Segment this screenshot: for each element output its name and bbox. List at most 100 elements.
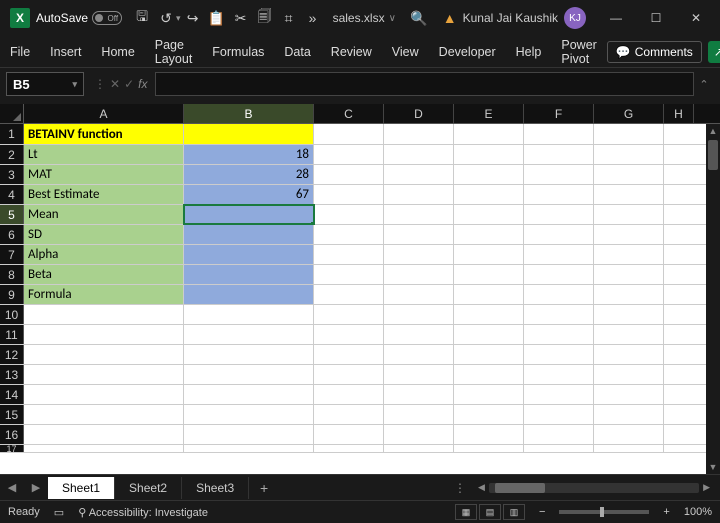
zoom-level[interactable]: 100% xyxy=(684,506,712,518)
chevron-down-icon[interactable]: ▾ xyxy=(72,79,77,90)
sheet-tab-3[interactable]: Sheet3 xyxy=(182,477,249,499)
sheet-tab-1[interactable]: Sheet1 xyxy=(48,477,115,499)
paste-icon[interactable]: 📋 xyxy=(207,8,227,28)
column-header-E[interactable]: E xyxy=(454,104,524,123)
macro-record-icon[interactable]: ▭ xyxy=(54,506,64,519)
cell-A4[interactable]: Best Estimate xyxy=(24,185,184,204)
scroll-down-icon[interactable]: ▼ xyxy=(709,460,718,474)
accessibility-status[interactable]: ⚲ Accessibility: Investigate xyxy=(78,506,208,519)
close-button[interactable]: ✕ xyxy=(676,3,716,33)
cell-B8[interactable] xyxy=(184,265,314,284)
cell-A9[interactable]: Formula xyxy=(24,285,184,304)
expand-formula-icon[interactable]: ⌃ xyxy=(694,78,714,91)
sheet-tab-2[interactable]: Sheet2 xyxy=(115,477,182,499)
column-header-C[interactable]: C xyxy=(314,104,384,123)
cancel-formula-icon[interactable]: ✕ xyxy=(110,77,120,91)
touch-icon[interactable]: ⌗ xyxy=(279,8,299,28)
cut-icon[interactable]: ✂ xyxy=(231,8,251,28)
scroll-left-icon[interactable]: ◀ xyxy=(474,482,489,493)
select-all-corner[interactable] xyxy=(0,104,24,123)
column-header-B[interactable]: B xyxy=(184,104,314,123)
scroll-up-icon[interactable]: ▲ xyxy=(709,124,718,138)
cell-B5[interactable] xyxy=(184,205,314,224)
search-icon[interactable]: 🔍 xyxy=(409,8,429,28)
column-header-F[interactable]: F xyxy=(524,104,594,123)
row-header[interactable]: 6 xyxy=(0,225,24,244)
cell-B2[interactable]: 18 xyxy=(184,145,314,164)
row-header[interactable]: 8 xyxy=(0,265,24,284)
add-sheet-button[interactable]: + xyxy=(249,480,279,496)
column-header-D[interactable]: D xyxy=(384,104,454,123)
chevron-down-icon[interactable]: ∨ xyxy=(389,13,396,24)
scroll-thumb[interactable] xyxy=(708,140,718,170)
row-header[interactable]: 1 xyxy=(0,124,24,144)
toggle-off-icon[interactable]: Off xyxy=(92,11,122,25)
cell[interactable] xyxy=(454,124,524,144)
cell-A8[interactable]: Beta xyxy=(24,265,184,284)
normal-view-icon[interactable]: ▦ xyxy=(455,504,477,520)
cell-A1[interactable]: BETAINV function xyxy=(24,124,184,144)
row-header[interactable]: 4 xyxy=(0,185,24,204)
tab-help[interactable]: Help xyxy=(506,39,552,65)
filename[interactable]: sales.xlsx ∨ xyxy=(333,11,396,25)
clipboard-icon[interactable]: 🗐 xyxy=(255,8,275,28)
cell-A7[interactable]: Alpha xyxy=(24,245,184,264)
tab-home[interactable]: Home xyxy=(91,39,144,65)
share-button[interactable]: ↗ ▾ xyxy=(708,41,720,63)
tab-formulas[interactable]: Formulas xyxy=(202,39,274,65)
row-header[interactable]: 3 xyxy=(0,165,24,184)
tab-file[interactable]: File xyxy=(0,39,40,65)
comments-button[interactable]: 💬 Comments xyxy=(607,41,702,63)
row-header[interactable]: 7 xyxy=(0,245,24,264)
chevron-down-icon[interactable]: ▾ xyxy=(176,13,181,24)
row-header[interactable]: 5 xyxy=(0,205,24,224)
cell-A6[interactable]: SD xyxy=(24,225,184,244)
cell-B7[interactable] xyxy=(184,245,314,264)
cell[interactable] xyxy=(594,124,664,144)
fx-icon[interactable]: fx xyxy=(138,77,147,91)
save-icon[interactable]: 🖫 xyxy=(132,8,152,28)
scroll-thumb[interactable] xyxy=(495,483,545,493)
row-header[interactable]: 9 xyxy=(0,285,24,304)
cell-A5[interactable]: Mean xyxy=(24,205,184,224)
tab-data[interactable]: Data xyxy=(274,39,320,65)
name-box[interactable]: B5 ▾ xyxy=(6,72,84,96)
cell-B6[interactable] xyxy=(184,225,314,244)
cell-B3[interactable]: 28 xyxy=(184,165,314,184)
cell[interactable] xyxy=(524,124,594,144)
cell[interactable] xyxy=(664,124,694,144)
horizontal-scrollbar[interactable]: ◀ ▶ xyxy=(474,481,714,495)
cell-B9[interactable] xyxy=(184,285,314,304)
tab-options-icon[interactable]: ⋮ xyxy=(454,481,466,495)
tab-review[interactable]: Review xyxy=(321,39,382,65)
more-qat-icon[interactable]: » xyxy=(303,8,323,28)
zoom-slider[interactable] xyxy=(559,510,649,514)
tab-view[interactable]: View xyxy=(382,39,429,65)
page-layout-view-icon[interactable]: ▤ xyxy=(479,504,501,520)
cell-A3[interactable]: MAT xyxy=(24,165,184,184)
cell[interactable] xyxy=(314,124,384,144)
maximize-button[interactable]: ☐ xyxy=(636,3,676,33)
zoom-in-button[interactable]: + xyxy=(663,506,669,518)
page-break-view-icon[interactable]: ▥ xyxy=(503,504,525,520)
tab-page-layout[interactable]: Page Layout xyxy=(145,32,203,72)
accept-formula-icon[interactable]: ✓ xyxy=(124,77,134,91)
cell-B4[interactable]: 67 xyxy=(184,185,314,204)
zoom-out-button[interactable]: − xyxy=(539,506,545,518)
cell[interactable] xyxy=(384,124,454,144)
scroll-right-icon[interactable]: ▶ xyxy=(699,482,714,493)
redo-icon[interactable]: ↪ xyxy=(183,8,203,28)
tab-developer[interactable]: Developer xyxy=(429,39,506,65)
autosave-toggle[interactable]: AutoSave Off xyxy=(36,11,122,25)
next-sheet-icon[interactable]: ▶ xyxy=(24,481,48,494)
undo-icon[interactable]: ↺ xyxy=(156,8,176,28)
avatar[interactable]: KJ xyxy=(564,7,586,29)
vertical-scrollbar[interactable]: ▲ ▼ xyxy=(706,124,720,474)
prev-sheet-icon[interactable]: ◀ xyxy=(0,481,24,494)
column-header-A[interactable]: A xyxy=(24,104,184,123)
cell-A2[interactable]: Lt xyxy=(24,145,184,164)
row-header[interactable]: 2 xyxy=(0,145,24,164)
column-header-G[interactable]: G xyxy=(594,104,664,123)
column-header-H[interactable]: H xyxy=(664,104,694,123)
formula-bar[interactable] xyxy=(155,72,694,96)
